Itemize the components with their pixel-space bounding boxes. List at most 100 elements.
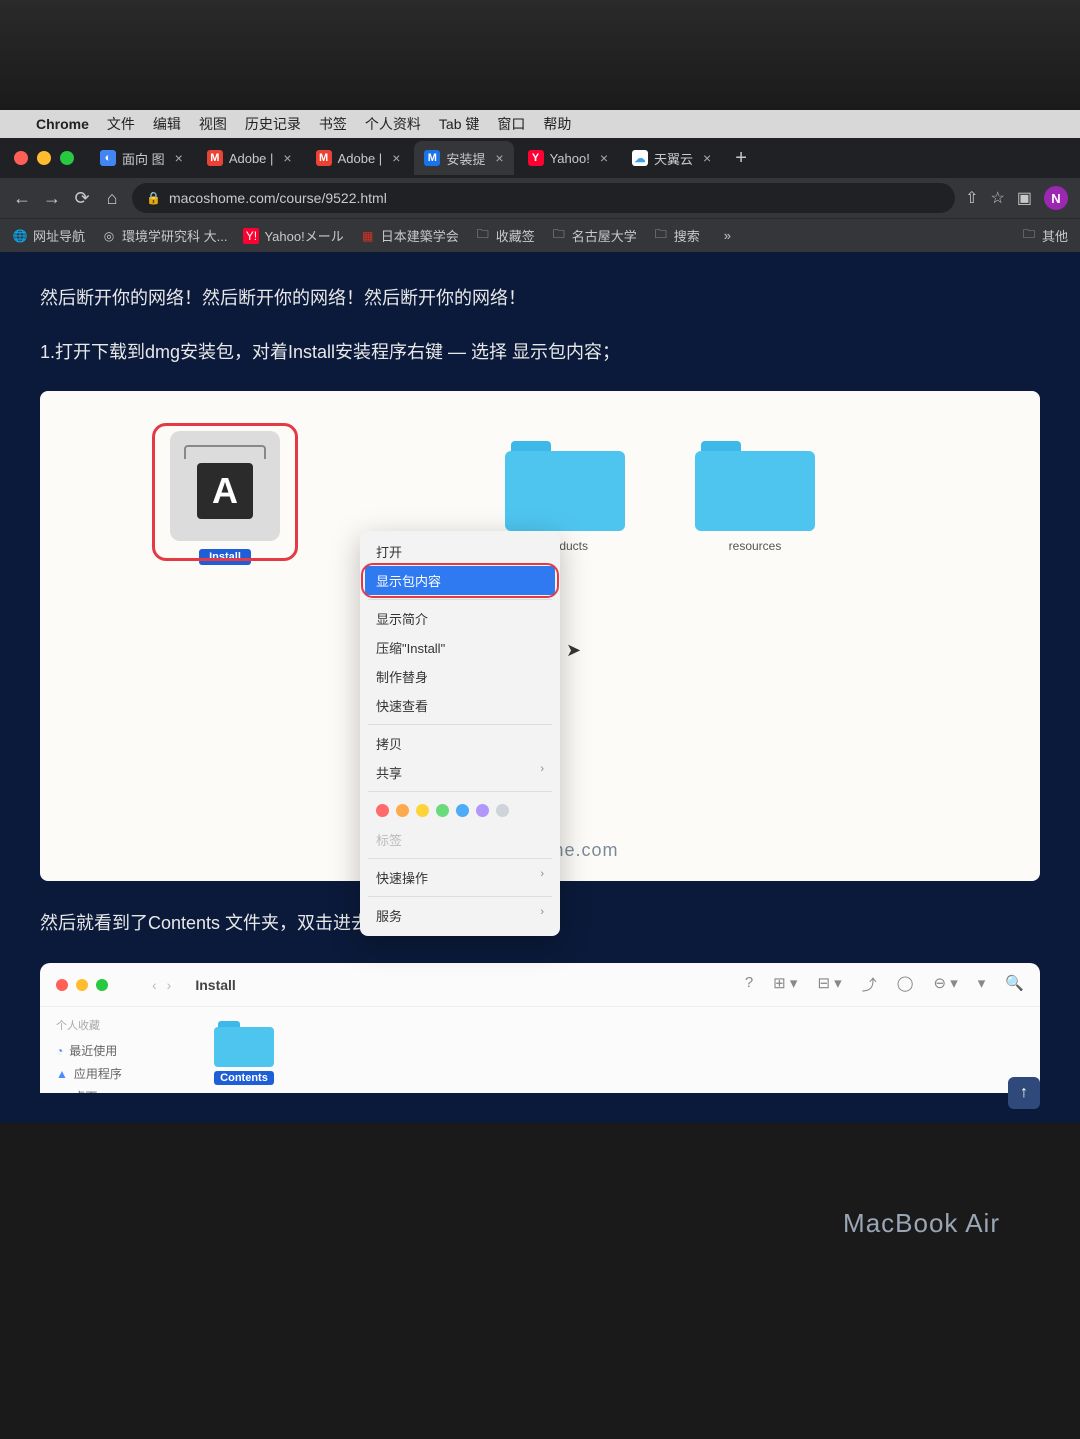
menu-edit[interactable]: 编辑 xyxy=(153,114,181,134)
macos-menubar: Chrome 文件 编辑 视图 历史记录 书签 个人资料 Tab 键 窗口 帮助 xyxy=(0,110,1080,138)
dropdown-icon[interactable]: ▾ xyxy=(978,974,986,995)
reload-button[interactable]: ⟳ xyxy=(72,188,92,209)
bookmarks-bar: 🌐网址导航 ◎環境学研究科 大... Y!Yahoo!メール ▦日本建築学会 🗀… xyxy=(0,218,1080,252)
close-tab-icon[interactable]: × xyxy=(495,150,503,166)
menu-profiles[interactable]: 个人资料 xyxy=(365,114,421,134)
url-text: macoshome.com/course/9522.html xyxy=(169,190,387,206)
menu-file[interactable]: 文件 xyxy=(107,114,135,134)
group-icon[interactable]: ⊟ ▾ xyxy=(817,974,841,995)
browser-tab[interactable]: M Adobe | × xyxy=(306,141,411,175)
menu-item-quick-actions[interactable]: 快速操作› xyxy=(360,863,560,892)
browser-tab[interactable]: ☁ 天翼云 × xyxy=(622,141,721,175)
close-window-button[interactable] xyxy=(14,151,28,165)
icon-label: Contents xyxy=(214,1071,274,1085)
bookmark-folder[interactable]: 🗀收藏签 xyxy=(475,226,535,245)
site-icon: ▦ xyxy=(360,228,376,244)
other-bookmarks[interactable]: 🗀其他 xyxy=(1021,226,1068,245)
window-controls xyxy=(14,151,74,165)
folder-item-contents[interactable]: Contents xyxy=(214,1021,274,1085)
browser-tab[interactable]: ◐ 面向 图 × xyxy=(90,141,193,175)
minimize-window-button[interactable] xyxy=(37,151,51,165)
menu-item-services[interactable]: 服务› xyxy=(360,901,560,930)
menu-item-copy[interactable]: 拷贝 xyxy=(360,729,560,758)
tag-purple[interactable] xyxy=(476,804,489,817)
folder-icon xyxy=(505,441,625,531)
view-grid-icon[interactable]: ⊞ ▾ xyxy=(773,974,797,995)
bookmark-folder[interactable]: 🗀搜索 xyxy=(653,226,700,245)
installer-package-icon: A xyxy=(170,431,280,541)
forward-button[interactable]: › xyxy=(167,977,172,993)
new-tab-button[interactable]: + xyxy=(725,147,757,170)
site-icon: ◎ xyxy=(101,228,117,244)
browser-tab[interactable]: Y Yahoo! × xyxy=(518,141,618,175)
tag-blue[interactable] xyxy=(456,804,469,817)
tag-yellow[interactable] xyxy=(416,804,429,817)
menu-history[interactable]: 历史记录 xyxy=(245,114,301,134)
browser-tab-active[interactable]: M 安装提 × xyxy=(414,141,513,175)
tag-color-picker[interactable] xyxy=(360,796,560,825)
sidebar-item-desktop[interactable]: ▭桌面 xyxy=(56,1085,184,1093)
extensions-icon[interactable]: ▣ xyxy=(1017,188,1032,208)
close-tab-icon[interactable]: × xyxy=(283,150,291,166)
address-bar[interactable]: 🔒 macoshome.com/course/9522.html xyxy=(132,183,955,213)
zoom-window-button[interactable] xyxy=(60,151,74,165)
menu-item-get-info[interactable]: 显示简介 xyxy=(360,604,560,633)
close-tab-icon[interactable]: × xyxy=(175,150,183,166)
tab-title: 面向 图 xyxy=(122,149,165,168)
close-tab-icon[interactable]: × xyxy=(703,150,711,166)
zoom-window-button[interactable] xyxy=(96,979,108,991)
close-tab-icon[interactable]: × xyxy=(600,150,608,166)
menu-item-make-alias[interactable]: 制作替身 xyxy=(360,662,560,691)
menu-item-tags[interactable]: 标签 xyxy=(360,825,560,854)
share-icon[interactable]: ⇧ xyxy=(965,188,978,208)
finder-sidebar: 个人收藏 ◔最近使用 ▲应用程序 ▭桌面 xyxy=(40,1007,200,1093)
help-icon[interactable]: ? xyxy=(745,974,753,995)
menu-tab[interactable]: Tab 键 xyxy=(439,114,479,134)
back-button[interactable]: ‹ xyxy=(152,977,157,993)
bookmark-item[interactable]: Y!Yahoo!メール xyxy=(243,226,343,245)
tag-icon[interactable]: ◯ xyxy=(897,974,914,995)
close-tab-icon[interactable]: × xyxy=(392,150,400,166)
yahoo-icon: Y! xyxy=(243,228,259,244)
folder-item[interactable]: resources xyxy=(690,431,820,553)
minimize-window-button[interactable] xyxy=(76,979,88,991)
menu-item-compress[interactable]: 压缩"Install" xyxy=(360,633,560,662)
browser-tab[interactable]: M Adobe | × xyxy=(197,141,302,175)
profile-avatar[interactable]: N xyxy=(1044,186,1068,210)
menu-item-show-package-contents[interactable]: 显示包内容 xyxy=(365,566,555,595)
menu-item-share[interactable]: 共享› xyxy=(360,758,560,787)
forward-button[interactable]: → xyxy=(42,188,62,209)
tag-gray[interactable] xyxy=(496,804,509,817)
menu-bookmarks[interactable]: 书签 xyxy=(319,114,347,134)
bookmark-item[interactable]: ▦日本建築学会 xyxy=(360,226,459,245)
close-window-button[interactable] xyxy=(56,979,68,991)
menu-view[interactable]: 视图 xyxy=(199,114,227,134)
page-content: 然后断开你的网络！然后断开你的网络！然后断开你的网络！ 1.打开下载到dmg安装… xyxy=(0,252,1080,1123)
install-app-icon[interactable]: A Install xyxy=(160,431,290,565)
bookmark-item[interactable]: ◎環境学研究科 大... xyxy=(101,226,227,245)
sidebar-item-applications[interactable]: ▲应用程序 xyxy=(56,1062,184,1085)
tag-red[interactable] xyxy=(376,804,389,817)
search-icon[interactable]: 🔍 xyxy=(1005,974,1024,995)
menu-help[interactable]: 帮助 xyxy=(543,114,571,134)
menu-item-quick-look[interactable]: 快速查看 xyxy=(360,691,560,720)
bookmark-item[interactable]: 🌐网址导航 xyxy=(12,226,85,245)
app-name[interactable]: Chrome xyxy=(36,116,89,132)
sidebar-item-recents[interactable]: ◔最近使用 xyxy=(56,1039,184,1062)
menu-separator xyxy=(368,858,552,859)
back-button[interactable]: ← xyxy=(12,188,32,209)
action-icon[interactable]: ⊖ ▾ xyxy=(934,974,958,995)
home-button[interactable]: ⌂ xyxy=(102,188,122,209)
menu-item-open[interactable]: 打开 xyxy=(360,537,560,566)
bookmarks-overflow[interactable]: » xyxy=(724,228,731,243)
share-icon[interactable]: ⤴ xyxy=(862,974,877,995)
menu-window[interactable]: 窗口 xyxy=(497,114,525,134)
bookmark-star-icon[interactable]: ☆ xyxy=(991,188,1005,208)
bookmark-folder[interactable]: 🗀名古屋大学 xyxy=(551,226,637,245)
scroll-to-top-button[interactable]: ↑ xyxy=(1008,1077,1040,1109)
tag-green[interactable] xyxy=(436,804,449,817)
clock-icon: ◔ xyxy=(56,1044,63,1058)
tab-favicon: ☁ xyxy=(632,150,648,166)
icon-label: Install xyxy=(199,549,251,565)
tag-orange[interactable] xyxy=(396,804,409,817)
